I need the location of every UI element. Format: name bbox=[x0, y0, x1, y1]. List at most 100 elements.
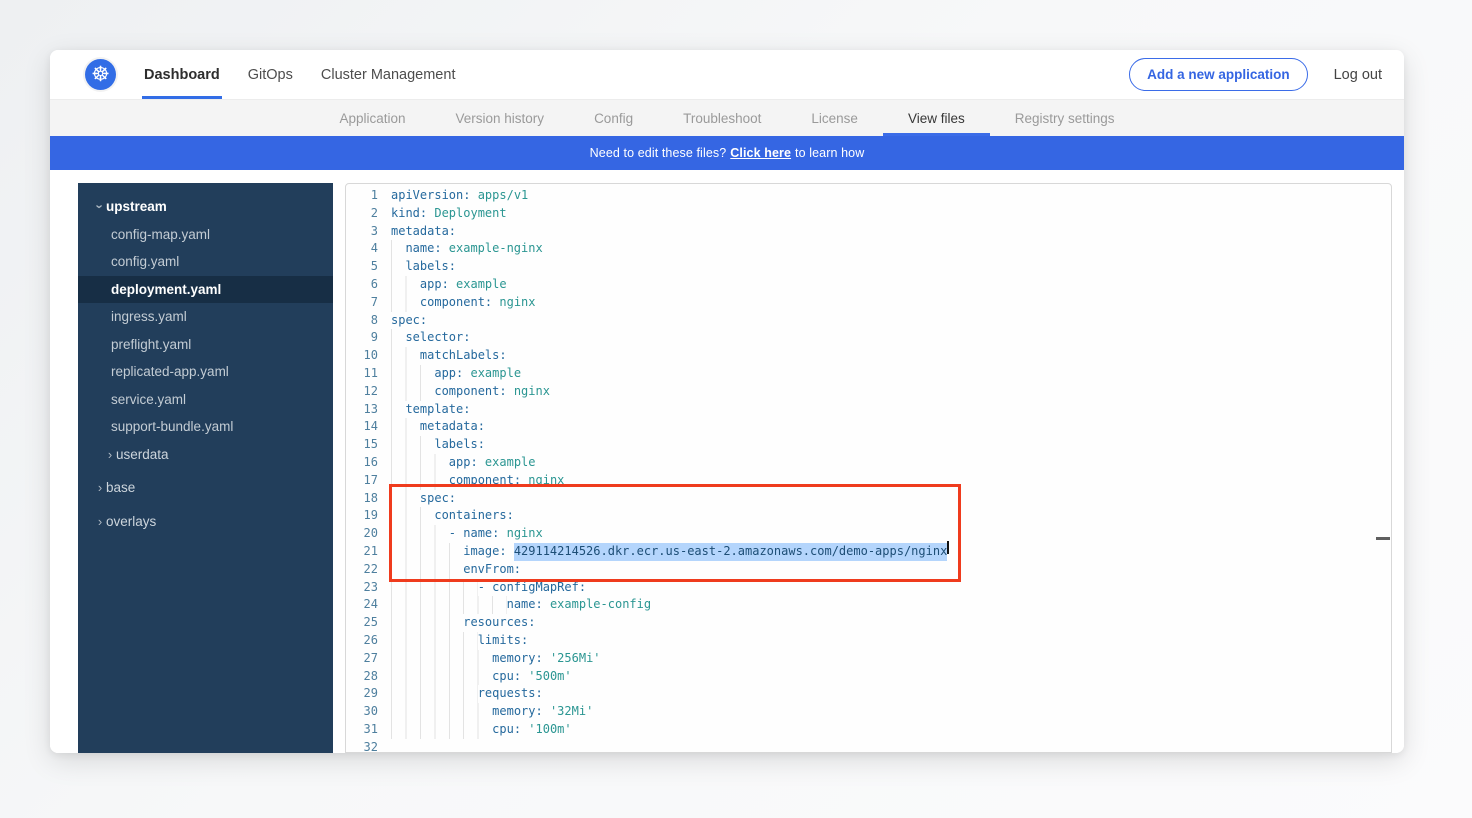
code-line-28[interactable]: 28cpu: '500m' bbox=[346, 668, 1391, 686]
yaml-token: app: bbox=[420, 276, 449, 294]
code-line-31[interactable]: 31cpu: '100m' bbox=[346, 721, 1391, 739]
yaml-token: cpu: bbox=[492, 668, 521, 686]
code-line-2[interactable]: 2kind: Deployment bbox=[346, 205, 1391, 223]
yaml-token: - name: bbox=[449, 525, 500, 543]
yaml-token: example-config bbox=[543, 596, 651, 614]
line-number: 17 bbox=[346, 472, 378, 490]
tab-license[interactable]: License bbox=[786, 100, 883, 136]
indent-guides bbox=[391, 383, 434, 401]
code-line-6[interactable]: 6app: example bbox=[346, 276, 1391, 294]
code-line-22[interactable]: 22envFrom: bbox=[346, 561, 1391, 579]
indent-guides bbox=[391, 329, 405, 347]
tree-item-config-yaml[interactable]: config.yaml bbox=[78, 248, 333, 276]
code-line-20[interactable]: 20- name: nginx bbox=[346, 525, 1391, 543]
tree-item-preflight-yaml[interactable]: preflight.yaml bbox=[78, 331, 333, 359]
tab-registry-settings[interactable]: Registry settings bbox=[990, 100, 1140, 136]
top-navbar: ☸ Dashboard GitOps Cluster Management Add … bbox=[50, 50, 1404, 100]
admin-console-window: ☸ Dashboard GitOps Cluster Management Add … bbox=[50, 50, 1404, 753]
code-line-23[interactable]: 23- configMapRef: bbox=[346, 579, 1391, 597]
kubernetes-helm-icon[interactable]: ☸ bbox=[85, 59, 116, 90]
tree-item-userdata[interactable]: › userdata bbox=[78, 441, 333, 469]
indent-guides bbox=[391, 258, 405, 276]
indent-guides bbox=[391, 614, 463, 632]
code-line-9[interactable]: 9 selector: bbox=[346, 329, 1391, 347]
code-lines: 1apiVersion: apps/v12kind: Deployment3me… bbox=[346, 184, 1391, 753]
code-line-13[interactable]: 13template: bbox=[346, 401, 1391, 419]
code-line-26[interactable]: 26limits: bbox=[346, 632, 1391, 650]
code-line-18[interactable]: 18 spec: bbox=[346, 490, 1391, 508]
code-line-24[interactable]: 24name: example-config bbox=[346, 596, 1391, 614]
yaml-token: apps/v1 bbox=[470, 187, 528, 205]
tree-item-overlays[interactable]: › overlays bbox=[78, 508, 333, 536]
nav-item-gitops[interactable]: GitOps bbox=[246, 50, 295, 99]
tree-item-base[interactable]: › base bbox=[78, 474, 333, 502]
yaml-token: metadata: bbox=[420, 418, 485, 436]
tab-troubleshoot[interactable]: Troubleshoot bbox=[658, 100, 786, 136]
yaml-file-viewer[interactable]: 1apiVersion: apps/v12kind: Deployment3me… bbox=[345, 183, 1392, 753]
tree-item-support-bundle-yaml[interactable]: support-bundle.yaml bbox=[78, 413, 333, 441]
tab-application[interactable]: Application bbox=[314, 100, 430, 136]
indent-guides bbox=[391, 703, 492, 721]
tree-item-label: base bbox=[106, 480, 135, 495]
code-line-16[interactable]: 16app: example bbox=[346, 454, 1391, 472]
tab-config[interactable]: Config bbox=[569, 100, 658, 136]
yaml-token: kind: bbox=[391, 205, 427, 223]
code-line-25[interactable]: 25resources: bbox=[346, 614, 1391, 632]
line-number: 30 bbox=[346, 703, 378, 721]
code-line-5[interactable]: 5labels: bbox=[346, 258, 1391, 276]
yaml-token: '32Mi' bbox=[543, 703, 594, 721]
tree-item-ingress-yaml[interactable]: ingress.yaml bbox=[78, 303, 333, 331]
code-line-7[interactable]: 7component: nginx bbox=[346, 294, 1391, 312]
line-number: 26 bbox=[346, 632, 378, 650]
line-number: 16 bbox=[346, 454, 378, 472]
code-line-29[interactable]: 29requests: bbox=[346, 685, 1391, 703]
code-line-19[interactable]: 19containers: bbox=[346, 507, 1391, 525]
line-number: 18 bbox=[346, 490, 378, 508]
yaml-token: '100m' bbox=[521, 721, 572, 739]
code-line-30[interactable]: 30memory: '32Mi' bbox=[346, 703, 1391, 721]
tree-item-upstream[interactable]: › upstream bbox=[78, 193, 333, 221]
indent-guides bbox=[391, 632, 478, 650]
yaml-token: memory: bbox=[492, 650, 543, 668]
code-line-32[interactable]: 32 bbox=[346, 739, 1391, 753]
code-line-27[interactable]: 27memory: '256Mi' bbox=[346, 650, 1391, 668]
tab-view-files[interactable]: View files bbox=[883, 100, 990, 136]
yaml-token: resources: bbox=[463, 614, 535, 632]
nav-item-dashboard[interactable]: Dashboard bbox=[142, 50, 222, 99]
code-line-1[interactable]: 1apiVersion: apps/v1 bbox=[346, 187, 1391, 205]
code-line-4[interactable]: 4name: example-nginx bbox=[346, 240, 1391, 258]
code-line-21[interactable]: 21image: 429114214526.dkr.ecr.us-east-2.… bbox=[346, 543, 1391, 561]
yaml-token: nginx bbox=[492, 294, 535, 312]
click-here-link[interactable]: Click here bbox=[730, 146, 791, 160]
line-number: 9 bbox=[346, 329, 378, 347]
indent-guides bbox=[391, 668, 492, 686]
tree-item-config-map-yaml[interactable]: config-map.yaml bbox=[78, 221, 333, 249]
code-line-14[interactable]: 14metadata: bbox=[346, 418, 1391, 436]
yaml-token: spec: bbox=[420, 490, 456, 508]
banner-text-prefix: Need to edit these files? bbox=[590, 146, 727, 160]
chevron-right-icon: › bbox=[104, 447, 116, 462]
logout-link[interactable]: Log out bbox=[1334, 67, 1384, 83]
indent-guides bbox=[391, 418, 420, 436]
code-line-10[interactable]: 10matchLabels: bbox=[346, 347, 1391, 365]
code-line-11[interactable]: 11app: example bbox=[346, 365, 1391, 383]
yaml-token: cpu: bbox=[492, 721, 521, 739]
code-line-12[interactable]: 12component: nginx bbox=[346, 383, 1391, 401]
tree-item-service-yaml[interactable]: service.yaml bbox=[78, 386, 333, 414]
add-application-button[interactable]: Add a new application bbox=[1129, 58, 1308, 91]
tree-item-replicated-app-yaml[interactable]: replicated-app.yaml bbox=[78, 358, 333, 386]
yaml-token: selector: bbox=[405, 329, 470, 347]
indent-guides bbox=[391, 347, 420, 365]
indent-guides bbox=[391, 579, 478, 597]
code-line-15[interactable]: 15labels: bbox=[346, 436, 1391, 454]
tree-item-label: support-bundle.yaml bbox=[111, 419, 233, 434]
code-line-3[interactable]: 3metadata: bbox=[346, 223, 1391, 241]
indent-guides bbox=[391, 454, 449, 472]
nav-item-cluster-management[interactable]: Cluster Management bbox=[319, 50, 458, 99]
editor-scrollbar-thumb[interactable] bbox=[1376, 537, 1390, 540]
tree-item-deployment-yaml[interactable]: deployment.yaml bbox=[78, 276, 333, 304]
yaml-token: matchLabels: bbox=[420, 347, 507, 365]
code-line-8[interactable]: 8spec: bbox=[346, 312, 1391, 330]
code-line-17[interactable]: 17component: nginx bbox=[346, 472, 1391, 490]
tab-version-history[interactable]: Version history bbox=[431, 100, 570, 136]
